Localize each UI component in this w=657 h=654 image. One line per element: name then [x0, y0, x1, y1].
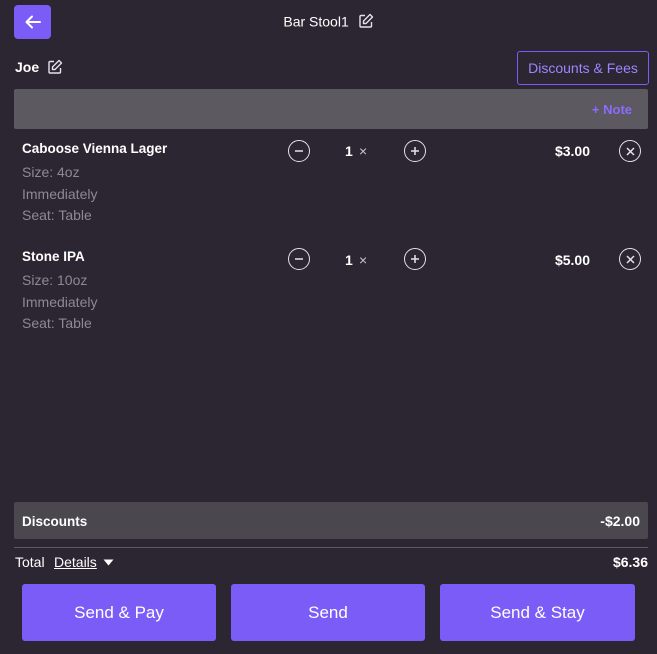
minus-icon [295, 258, 303, 260]
item-quantity: 1 [345, 143, 353, 159]
edit-icon[interactable] [47, 59, 63, 75]
plus-icon [411, 147, 419, 155]
send-pay-button[interactable]: Send & Pay [22, 584, 216, 641]
remove-item-button[interactable] [619, 248, 641, 270]
item-price: $5.00 [554, 252, 590, 268]
send-stay-button[interactable]: Send & Stay [440, 584, 635, 641]
divider [14, 547, 648, 548]
item-seat: Seat: Table [22, 315, 92, 331]
item-timing: Immediately [22, 293, 98, 310]
customer-name-row: Joe [15, 59, 63, 75]
item-seat: Seat: Table [22, 207, 92, 223]
close-icon [625, 146, 635, 156]
page-title: Bar Stool1 [0, 12, 657, 29]
customer-name: Joe [15, 59, 40, 75]
caret-down-icon [103, 559, 114, 565]
total-label: Total [15, 554, 45, 570]
discounts-fees-button[interactable]: Discounts & Fees [517, 51, 649, 85]
times-sign: × [359, 252, 368, 268]
item-size: Size: 4oz [22, 164, 80, 180]
increase-quantity-button[interactable] [404, 248, 426, 270]
plus-icon [411, 255, 419, 263]
discounts-row: Discounts -$2.00 [14, 502, 648, 539]
times-sign: × [359, 143, 368, 159]
list-item: Caboose Vienna Lager Size: 4oz Immediate… [22, 141, 167, 227]
add-note-button[interactable]: + Note [592, 102, 632, 117]
details-label: Details [54, 554, 97, 570]
remove-item-button[interactable] [619, 140, 641, 162]
send-button[interactable]: Send [231, 584, 425, 641]
increase-quantity-button[interactable] [404, 140, 426, 162]
item-quantity: 1 [345, 252, 353, 268]
item-name: Stone IPA [22, 249, 85, 264]
discounts-amount: -$2.00 [600, 513, 640, 529]
edit-icon[interactable] [358, 13, 374, 29]
discounts-label: Discounts [22, 514, 88, 529]
total-amount: $6.36 [612, 554, 648, 570]
decrease-quantity-button[interactable] [288, 140, 310, 162]
list-item: Stone IPA Size: 10oz Immediately Seat: T… [22, 249, 97, 335]
note-bar: + Note [14, 89, 648, 129]
minus-icon [295, 150, 303, 152]
decrease-quantity-button[interactable] [288, 248, 310, 270]
close-icon [625, 254, 635, 264]
item-name: Caboose Vienna Lager [22, 141, 168, 156]
table-name: Bar Stool1 [283, 13, 349, 30]
item-price: $3.00 [554, 143, 590, 159]
details-toggle[interactable]: Details [54, 554, 114, 570]
item-size: Size: 10oz [22, 272, 88, 288]
item-timing: Immediately [22, 185, 98, 202]
